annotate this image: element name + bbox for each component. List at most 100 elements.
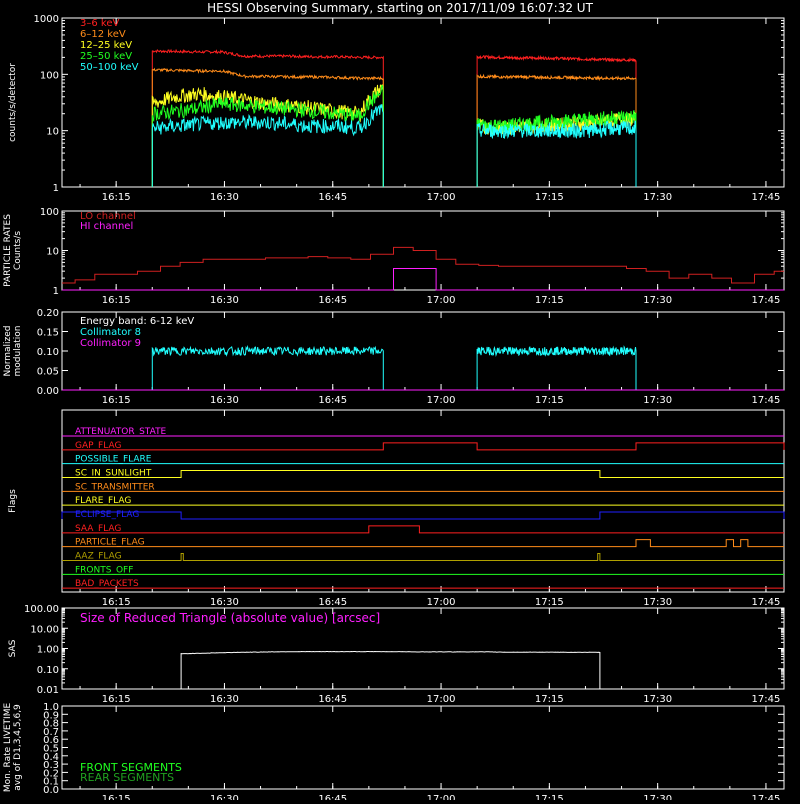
y-tick-label: 100.00 bbox=[24, 604, 59, 615]
x-tick-label: 17:45 bbox=[752, 694, 781, 705]
y-tick-label: 0.10 bbox=[37, 665, 59, 676]
flag-label: BAD_PACKETS bbox=[75, 579, 139, 589]
x-tick-label: 17:15 bbox=[535, 597, 564, 608]
x-tick-label: 17:30 bbox=[643, 597, 672, 608]
x-tick-label: 16:15 bbox=[102, 192, 131, 203]
x-tick-label: 17:00 bbox=[427, 295, 456, 306]
particle-rates-panel: 16:15 16:30 16:45 17:00 17:15 17:30 17:45 1 10 10… bbox=[3, 207, 785, 306]
y-axis-label: Normalized bbox=[3, 325, 13, 376]
flag-label: AAZ_FLAG bbox=[75, 552, 122, 562]
y-tick-label: 1.0 bbox=[43, 702, 59, 713]
sas-panel: 16:15 16:30 16:45 17:00 17:15 17:30 17:45 0.01 0… bbox=[8, 604, 785, 705]
legend-entry: 50–100 keV bbox=[80, 62, 139, 73]
y-tick-label: 0.00 bbox=[37, 386, 59, 397]
flag-line-gap-flag bbox=[62, 442, 785, 451]
sas-legend: Size of Reduced Triangle (absolute value… bbox=[80, 611, 380, 625]
series-line-collimator-8 bbox=[476, 345, 637, 390]
x-tick-label: 17:45 bbox=[752, 597, 781, 608]
x-tick-label: 17:15 bbox=[535, 794, 564, 800]
summary-figure: HESSI Observing Summary, starting on 201… bbox=[3, 1, 785, 804]
modulation-panel: 16:15 16:30 16:45 17:00 17:15 17:30 17:45 0.00 0… bbox=[3, 308, 785, 406]
flags-frame bbox=[61, 409, 785, 593]
series-line-collimator-8 bbox=[151, 344, 384, 390]
x-tick-label: 16:15 bbox=[102, 395, 131, 406]
flag-label: POSSIBLE_FLARE bbox=[75, 455, 152, 465]
legend-entry: Collimator 8 bbox=[80, 327, 141, 338]
flags-panel: 16:15 16:30 16:45 17:00 17:15 17:30 17:45 Flags… bbox=[8, 409, 785, 608]
x-tick-label: 16:45 bbox=[318, 192, 347, 203]
legend-entry: Size of Reduced Triangle (absolute value… bbox=[80, 611, 380, 625]
flag-line-aaz-flag bbox=[62, 553, 784, 561]
series-line-12-25-kev bbox=[151, 84, 384, 187]
particle-rates-legend: LO channelHI channel bbox=[80, 211, 136, 232]
flag-label: SAA_FLAG bbox=[75, 524, 121, 534]
y-axis-label: Counts/s bbox=[13, 231, 23, 270]
x-tick-label: 17:00 bbox=[427, 597, 456, 608]
x-tick-label: 16:45 bbox=[318, 597, 347, 608]
y-tick-label: 100 bbox=[40, 70, 59, 81]
x-tick-label: 16:30 bbox=[210, 395, 239, 406]
flag-label: ATTENUATOR_STATE bbox=[75, 427, 167, 437]
x-tick-label: 16:15 bbox=[102, 597, 131, 608]
count-rates-panel: 16:15 16:30 16:45 17:00 17:15 17:30 17:45 1 10 10… bbox=[8, 14, 785, 203]
x-tick-label: 17:00 bbox=[427, 694, 456, 705]
x-tick-label: 17:30 bbox=[643, 395, 672, 406]
x-tick-label: 17:15 bbox=[535, 395, 564, 406]
y-tick-label: 1000 bbox=[34, 14, 59, 25]
y-tick-label: 0.01 bbox=[37, 685, 59, 696]
chart-title: HESSI Observing Summary, starting on 201… bbox=[207, 1, 593, 15]
flag-line-saa-flag bbox=[62, 525, 784, 534]
flag-label: FLARE_FLAG bbox=[75, 496, 131, 506]
x-tick-label: 16:45 bbox=[318, 694, 347, 705]
legend-entry: 25–50 keV bbox=[80, 51, 132, 62]
legend-entry: 12–25 keV bbox=[80, 40, 132, 51]
legend-entry: REAR SEGMENTS bbox=[80, 771, 174, 784]
x-tick-label: 17:00 bbox=[427, 192, 456, 203]
y-axis-label: Mon. Rate LIVETIME bbox=[3, 703, 13, 793]
series-line-size-of-reduced-triangle-absolute-value-arcsec- bbox=[180, 650, 601, 689]
y-tick-label: 10 bbox=[46, 127, 59, 138]
x-tick-label: 17:30 bbox=[643, 192, 672, 203]
y-axis-label: counts/s/detector bbox=[8, 63, 18, 142]
y-tick-label: 1 bbox=[53, 183, 59, 194]
flag-line-eclipse-flag bbox=[61, 511, 785, 520]
x-tick-label: 16:45 bbox=[318, 395, 347, 406]
x-tick-label: 16:15 bbox=[102, 295, 131, 306]
x-tick-label: 16:15 bbox=[102, 794, 131, 800]
series-line-50-100-kev bbox=[476, 120, 637, 187]
flag-label: SC_IN_SUNLIGHT bbox=[75, 469, 152, 479]
x-tick-label: 17:45 bbox=[752, 395, 781, 406]
x-tick-label: 16:30 bbox=[210, 597, 239, 608]
x-tick-label: 17:30 bbox=[643, 694, 672, 705]
y-tick-label: 1 bbox=[53, 286, 59, 297]
x-tick-label: 17:45 bbox=[752, 192, 781, 203]
x-tick-label: 16:30 bbox=[210, 192, 239, 203]
observing-summary: HESSI Observing Summary, starting on 201… bbox=[0, 0, 800, 804]
y-axis-label: modulation bbox=[13, 326, 23, 377]
series-line-50-100-kev bbox=[151, 103, 384, 187]
count-rates-frame bbox=[61, 17, 785, 188]
y-tick-label: 100 bbox=[40, 207, 59, 218]
legend-entry: 3–6 keV bbox=[80, 18, 119, 29]
x-tick-label: 17:45 bbox=[752, 794, 781, 800]
x-tick-label: 17:00 bbox=[427, 395, 456, 406]
flag-label: PARTICLE_FLAG bbox=[75, 538, 145, 548]
x-tick-label: 16:30 bbox=[210, 794, 239, 800]
y-tick-label: 10 bbox=[46, 247, 59, 258]
y-axis-label: Flags bbox=[8, 489, 18, 513]
y-tick-label: 10.00 bbox=[30, 624, 59, 635]
x-tick-label: 17:00 bbox=[427, 794, 456, 800]
flag-label: ECLIPSE_FLAG bbox=[75, 510, 139, 520]
y-axis-label: SAS bbox=[8, 639, 18, 657]
series-line-lo-channel bbox=[62, 246, 784, 284]
flag-label: FRONTS_OFF bbox=[75, 565, 133, 575]
legend-entry: 6–12 keV bbox=[80, 29, 126, 40]
x-tick-label: 16:45 bbox=[318, 794, 347, 800]
x-tick-label: 17:15 bbox=[535, 694, 564, 705]
modulation-legend: Energy band: 6-12 keVCollimator 8Collima… bbox=[80, 316, 194, 349]
y-axis-label: avg of D1,3,4,5,6,9 bbox=[13, 704, 23, 791]
x-tick-label: 17:15 bbox=[535, 295, 564, 306]
y-tick-label: 0.20 bbox=[37, 308, 59, 319]
livetime-panel: 16:15 16:30 16:45 17:00 17:15 17:30 17:450.00.… bbox=[3, 702, 785, 804]
x-tick-label: 17:30 bbox=[643, 295, 672, 306]
